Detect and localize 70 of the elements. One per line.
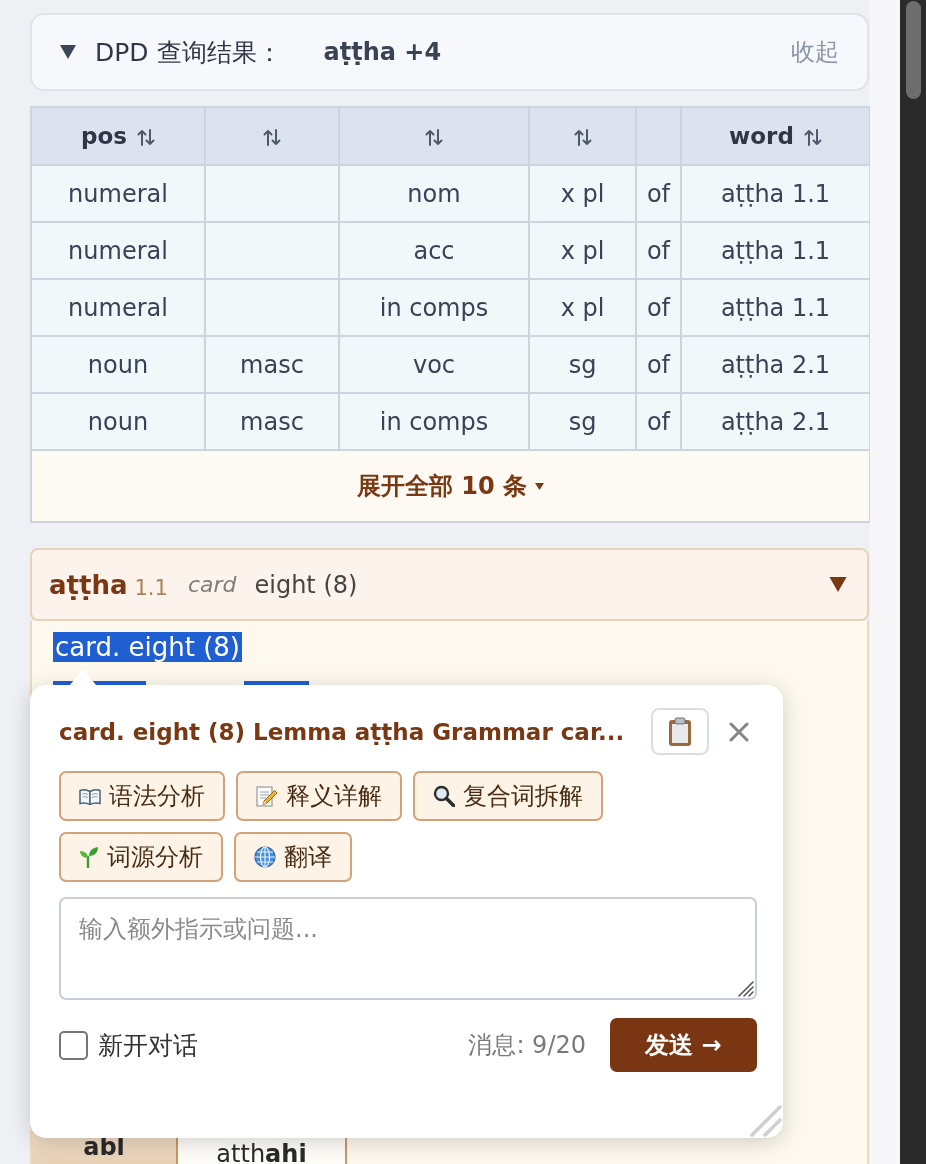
action-button[interactable]: 复合词拆解 xyxy=(413,771,603,821)
table-cell: in comps xyxy=(339,279,529,336)
sort-icon[interactable] xyxy=(425,129,443,146)
table-cell: of xyxy=(636,222,681,279)
table-cell: x pl xyxy=(529,279,636,336)
memo-icon xyxy=(256,785,278,807)
table-cell: aṭṭha 1.1 xyxy=(681,165,870,222)
checkbox[interactable] xyxy=(59,1030,88,1060)
resize-grip-icon[interactable] xyxy=(748,1103,782,1137)
expand-button[interactable]: 展开全部 10 条 xyxy=(350,466,551,506)
table-cell: sg xyxy=(529,336,636,393)
table-cell: x pl xyxy=(529,222,636,279)
part-of-speech: card xyxy=(187,572,237,597)
selected-text: card. eight (8) xyxy=(53,632,242,662)
entry-header[interactable]: aṭṭha 1.1 card eight (8) xyxy=(30,548,869,621)
table-cell: in comps xyxy=(339,393,529,450)
checkbox-label[interactable]: 新开对话 xyxy=(98,1028,198,1062)
scrollbar-thumb[interactable] xyxy=(906,1,921,99)
table-cell: x pl xyxy=(529,165,636,222)
table-cell: voc xyxy=(339,336,529,393)
sort-icon[interactable] xyxy=(803,129,822,146)
clipboard-icon xyxy=(668,716,692,747)
caret-down-icon[interactable] xyxy=(60,45,76,59)
column-header[interactable]: pos xyxy=(31,107,205,165)
table-cell: acc xyxy=(339,222,529,279)
action-button[interactable]: 释义详解 xyxy=(236,771,402,821)
table-cell: masc xyxy=(205,336,339,393)
sort-icon[interactable] xyxy=(573,129,592,146)
table-cell: numeral xyxy=(31,279,205,336)
results-header[interactable]: DPD 查询结果： aṭṭha +4 收起 xyxy=(30,13,869,91)
table-cell: noun xyxy=(31,393,205,450)
results-title: DPD 查询结果： xyxy=(95,36,282,69)
table-cell: aṭṭha 1.1 xyxy=(681,279,870,336)
query-text: aṭṭha +4 xyxy=(323,38,442,66)
column-header[interactable]: word xyxy=(681,107,870,165)
action-button[interactable]: 翻译 xyxy=(234,832,352,882)
selection-highlight xyxy=(244,681,309,685)
seedling-icon xyxy=(79,846,99,868)
table-cell: sg xyxy=(529,393,636,450)
magnifier-icon xyxy=(433,785,455,807)
close-icon xyxy=(729,721,749,742)
globe-icon xyxy=(254,846,276,868)
table-cell: of xyxy=(636,393,681,450)
sort-icon[interactable] xyxy=(263,129,281,146)
caret-down-icon xyxy=(535,482,545,490)
action-button[interactable]: 语法分析 xyxy=(59,771,225,821)
caret-down-icon[interactable] xyxy=(829,577,847,592)
table-cell: numeral xyxy=(31,222,205,279)
table-cell: aṭṭha 2.1 xyxy=(681,393,870,450)
table-cell: aṭṭha 2.1 xyxy=(681,336,870,393)
popup-title: card. eight (8) Lemma aṭṭha Grammar car... xyxy=(59,718,626,745)
message-count: 消息: 9/20 xyxy=(468,1030,586,1061)
table-cell: masc xyxy=(205,393,339,450)
send-button[interactable]: 发送 → xyxy=(610,1018,757,1072)
copy-button[interactable] xyxy=(651,708,709,755)
meaning-text: eight (8) xyxy=(254,570,358,599)
resize-grip-icon[interactable] xyxy=(736,979,754,997)
table-cell: of xyxy=(636,279,681,336)
input-field[interactable]: 输入额外指示或问题... xyxy=(59,897,757,1000)
book-icon xyxy=(79,787,101,805)
headword: aṭṭha xyxy=(49,569,128,600)
table-cell: of xyxy=(636,336,681,393)
table-cell: noun xyxy=(31,336,205,393)
table-cell: numeral xyxy=(31,165,205,222)
table-cell: aṭṭha 1.1 xyxy=(681,222,870,279)
action-button[interactable]: 词源分析 xyxy=(59,832,223,882)
homonym-number: 1.1 xyxy=(134,575,168,600)
table-cell: of xyxy=(636,165,681,222)
table-cell: nom xyxy=(339,165,529,222)
sort-icon[interactable] xyxy=(137,129,155,146)
